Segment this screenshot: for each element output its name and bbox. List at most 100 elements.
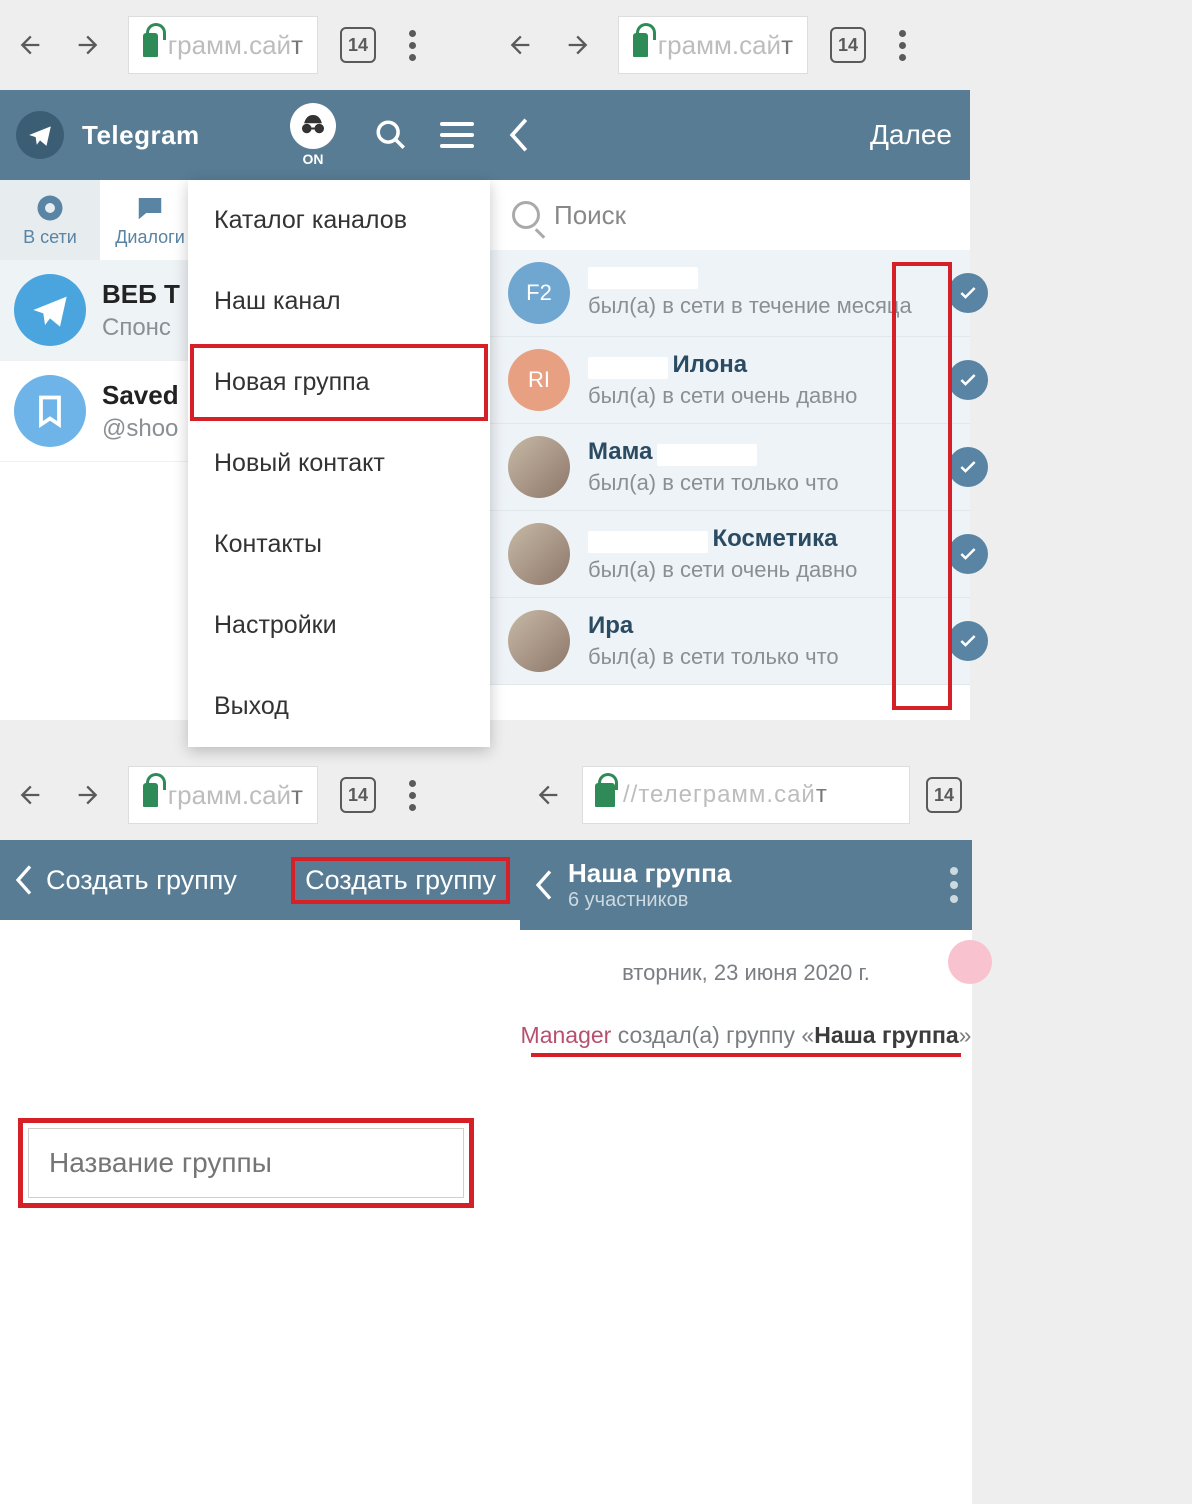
menu-icon[interactable] [440,122,474,148]
search-row[interactable]: Поиск [490,180,970,250]
tab-count[interactable]: 14 [926,777,962,813]
contact-status: был(а) в сети только что [588,644,952,670]
back-icon[interactable] [530,777,566,813]
avatar: F2 [508,262,570,324]
menu-new-contact[interactable]: Новый контакт [188,423,490,504]
check-icon [948,273,988,313]
url-text: грамм.сай [168,780,291,810]
address-bar[interactable]: //телеграмм.сайт [582,766,910,824]
tab-label: Диалоги [115,227,185,248]
back-icon[interactable] [12,777,48,813]
group-title: Наша группа [568,858,731,889]
contact-status: был(а) в сети в течение месяца [588,293,952,319]
lock-icon [143,33,158,57]
contact-row[interactable]: RI Илона был(а) в сети очень давно [490,337,970,424]
menu-logout[interactable]: Выход [188,666,490,747]
avatar [508,436,570,498]
contact-status: был(а) в сети только что [588,470,952,496]
group-header: Наша группа 6 участников [520,840,972,930]
panel-3: грамм.сайт 14 Создать группу Создать гру… [0,750,520,1504]
contact-name [588,267,952,289]
sys-user: Manager [521,1022,612,1048]
back-chevron-icon[interactable] [508,118,530,152]
chat-sub: @shoo [102,415,179,443]
next-button[interactable]: Далее [870,119,952,151]
tab-count[interactable]: 14 [340,27,376,63]
contacts-header: Далее [490,90,970,180]
address-bar[interactable]: грамм.сайт [128,16,318,74]
address-bar[interactable]: грамм.сайт [128,766,318,824]
chat-icon [133,193,167,223]
avatar [14,375,86,447]
contact-row[interactable]: Ира был(а) в сети только что [490,598,970,685]
group-members: 6 участников [568,889,731,912]
telegram-logo-icon [16,111,64,159]
tab-label: В сети [23,227,77,248]
avatar: RI [508,349,570,411]
date-line: вторник, 23 июня 2020 г. [520,960,972,986]
contact-name: Косметика [588,525,952,553]
back-icon[interactable] [502,27,538,63]
avatar [14,274,86,346]
create-button[interactable]: Создать группу [295,861,506,900]
contact-status: был(а) в сети очень давно [588,557,952,583]
contact-row[interactable]: F2 был(а) в сети в течение месяца [490,250,970,337]
menu-settings[interactable]: Настройки [188,585,490,666]
tab-count[interactable]: 14 [340,777,376,813]
disc-icon [33,193,67,223]
kebab-icon[interactable] [888,30,916,61]
url-text: //телеграмм.сай [623,781,816,808]
address-bar[interactable]: грамм.сайт [618,16,808,74]
check-icon [948,621,988,661]
search-placeholder: Поиск [554,200,626,231]
dropdown-menu: Каталог каналов Наш канал Новая группа Н… [188,180,490,747]
browser-bar-3: грамм.сайт 14 [0,750,520,840]
avatar [508,610,570,672]
url-text: грамм.сай [168,30,291,60]
back-chevron-icon[interactable] [14,865,34,895]
lock-icon [143,783,158,807]
forward-icon[interactable] [70,777,106,813]
system-message: Manager создал(а) группу «Наша группа» [520,1022,972,1049]
app-header: Telegram ON [0,90,490,180]
tab-dialogs[interactable]: Диалоги [100,180,200,260]
contact-row[interactable]: Мама был(а) в сети только что [490,424,970,511]
contact-row[interactable]: Косметика был(а) в сети очень давно [490,511,970,598]
lock-icon [633,33,648,57]
forward-icon[interactable] [70,27,106,63]
lock-icon [595,783,615,807]
kebab-icon[interactable] [398,780,426,811]
chat-name: ВЕБ Т [102,279,180,310]
incognito-label: ON [303,151,324,167]
chat-sub: Спонс [102,314,180,342]
menu-catalog[interactable]: Каталог каналов [188,180,490,261]
menu-new-group[interactable]: Новая группа [188,342,490,423]
browser-bar-2: грамм.сайт 14 [490,0,970,90]
incognito-toggle[interactable]: ON [290,103,336,167]
avatar-bubble [948,940,992,984]
tab-online[interactable]: В сети [0,180,100,260]
avatar [508,523,570,585]
search-icon[interactable] [374,118,408,152]
tab-count[interactable]: 14 [830,27,866,63]
panel-1: грамм.сайт 14 Telegram ON В сети Диалоги [0,0,490,720]
browser-bar-1: грамм.сайт 14 [0,0,490,90]
header-title: Создать группу [46,865,237,896]
kebab-icon[interactable] [398,30,426,61]
contact-name: Мама [588,438,952,466]
search-icon [512,201,540,229]
group-name-input[interactable] [28,1128,464,1198]
incognito-icon [290,103,336,149]
menu-contacts[interactable]: Контакты [188,504,490,585]
panel-4: //телеграмм.сайт 14 Наша группа 6 участн… [520,750,972,1504]
menu-our-channel[interactable]: Наш канал [188,261,490,342]
back-chevron-icon[interactable] [534,870,554,900]
check-icon [948,360,988,400]
contact-name: Илона [588,351,952,379]
more-icon[interactable] [950,867,958,903]
back-icon[interactable] [12,27,48,63]
browser-bar-4: //телеграмм.сайт 14 [520,750,972,840]
create-group-header: Создать группу Создать группу [0,840,520,920]
forward-icon[interactable] [560,27,596,63]
check-icon [948,447,988,487]
